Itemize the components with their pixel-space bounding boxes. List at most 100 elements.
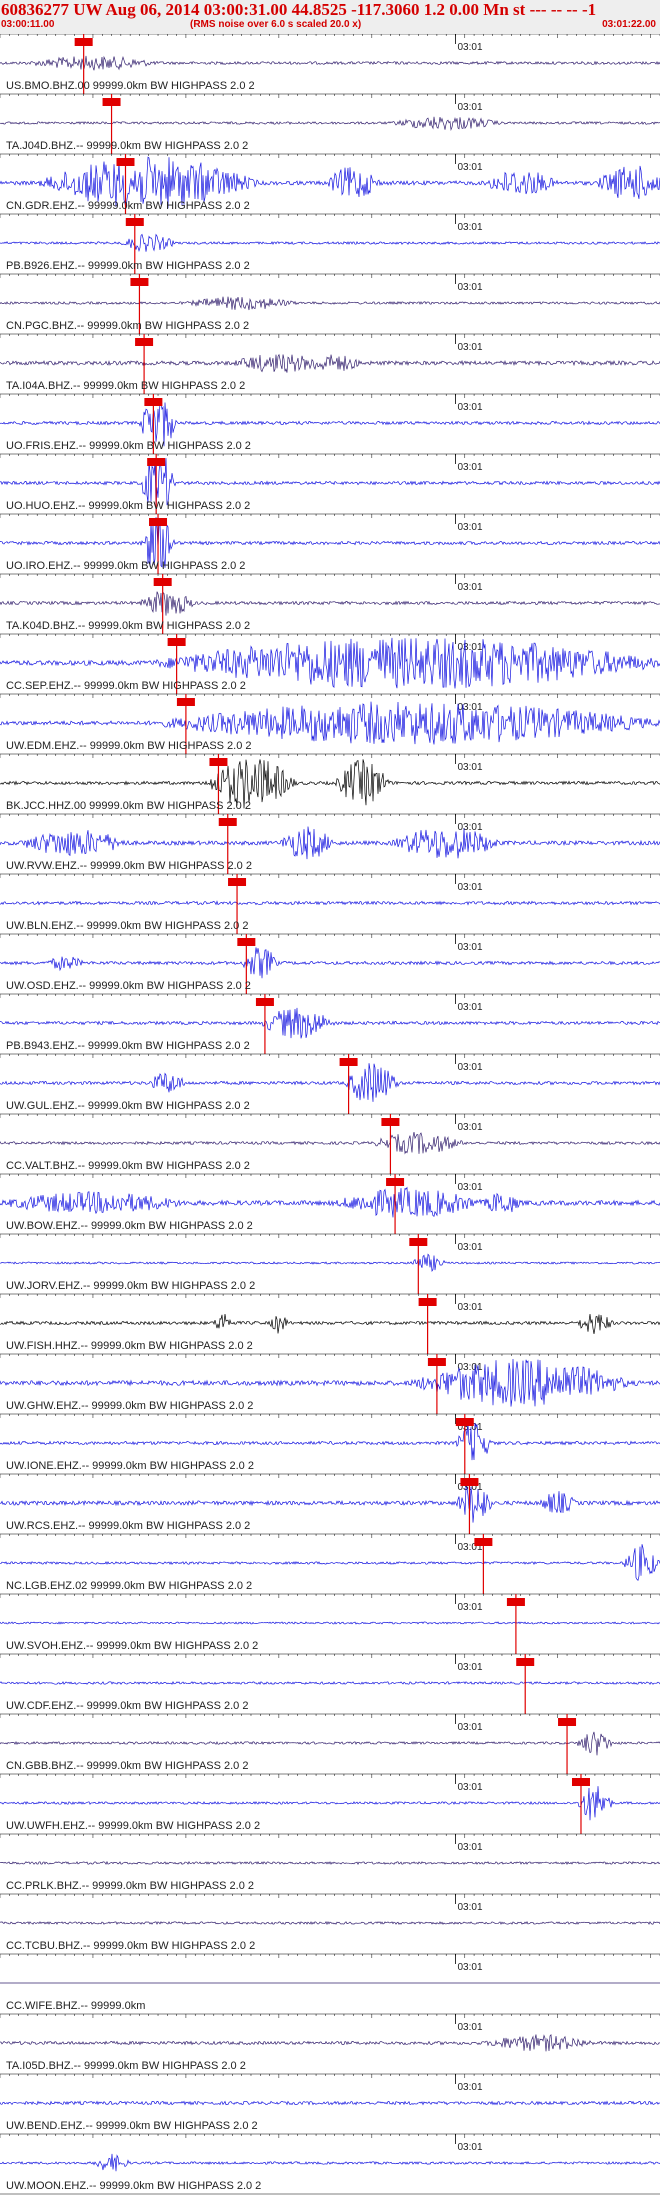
minute-tick-label: 03:01 xyxy=(457,42,482,53)
channel-label: CN.GDR.EHZ.-- 99999.0km BW HIGHPASS 2.0 … xyxy=(6,200,250,212)
waveform-trace xyxy=(0,116,660,131)
minute-tick-label: 03:01 xyxy=(457,2082,482,2093)
minute-tick-label: 03:01 xyxy=(457,462,482,473)
channel-label: UO.IRO.EHZ.-- 99999.0km BW HIGHPASS 2.0 … xyxy=(6,560,245,572)
channel-label: UW.IONE.EHZ.-- 99999.0km BW HIGHPASS 2.0… xyxy=(6,1460,254,1472)
phase-pick-marker xyxy=(571,1778,590,1786)
waveform-trace xyxy=(0,1544,660,1581)
waveform-trace xyxy=(0,1731,660,1756)
channel-label: UO.FRIS.EHZ.-- 99999.0km BW HIGHPASS 2.0… xyxy=(6,440,251,452)
channel-label: BK.JCC.HHZ.00 99999.0km BW HIGHPASS 2.0 … xyxy=(6,800,251,812)
channel-label: CC.TCBU.BHZ.-- 99999.0km BW HIGHPASS 2.0… xyxy=(6,1940,255,1952)
waveform-trace xyxy=(0,233,660,253)
channel-label: TA.K04D.BHZ.-- 99999.0km BW HIGHPASS 2.0… xyxy=(6,620,250,632)
phase-pick-marker xyxy=(381,1118,400,1126)
channel-label: UW.GUL.EHZ.-- 99999.0km BW HIGHPASS 2.0 … xyxy=(6,1100,250,1112)
phase-pick-marker xyxy=(455,1418,474,1426)
channel-label: UW.MOON.EHZ.-- 99999.0km BW HIGHPASS 2.0… xyxy=(6,2180,261,2192)
phase-pick-marker xyxy=(218,818,237,826)
channel-label: TA.I04A.BHZ.-- 99999.0km BW HIGHPASS 2.0… xyxy=(6,380,245,392)
channel-label: NC.LGB.EHZ.02 99999.0km BW HIGHPASS 2.0 … xyxy=(6,1580,252,1592)
channel-label: UW.GHW.EHZ.-- 99999.0km BW HIGHPASS 2.0 … xyxy=(6,1400,253,1412)
minute-tick-label: 03:01 xyxy=(457,222,482,233)
phase-pick-marker xyxy=(460,1478,479,1486)
minute-tick-label: 03:01 xyxy=(457,1002,482,1013)
minute-tick-label: 03:01 xyxy=(457,1722,482,1733)
waveform-trace xyxy=(0,947,660,979)
phase-pick-marker xyxy=(209,758,228,766)
noise-note: (RMS noise over 6.0 s scaled 20.0 x) xyxy=(190,19,362,30)
phase-pick-marker xyxy=(474,1538,493,1546)
minute-tick-label: 03:01 xyxy=(457,1962,482,1973)
minute-tick-label: 03:01 xyxy=(457,1842,482,1853)
phase-pick-marker xyxy=(427,1358,446,1366)
channel-label: US.BMO.BHZ.00 99999.0km BW HIGHPASS 2.0 … xyxy=(6,80,255,92)
phase-pick-marker xyxy=(339,1058,358,1066)
waveform-trace xyxy=(0,2100,660,2106)
minute-tick-label: 03:01 xyxy=(457,402,482,413)
waveform-trace xyxy=(0,353,660,373)
waveform-trace xyxy=(0,900,660,906)
minute-tick-label: 03:01 xyxy=(457,822,482,833)
waveform-trace xyxy=(0,2153,660,2172)
phase-pick-marker xyxy=(149,518,168,526)
waveform-trace xyxy=(0,826,660,860)
phase-pick-marker xyxy=(147,458,166,466)
channel-label: CC.WIFE.BHZ.-- 99999.0km xyxy=(6,2000,145,2012)
phase-pick-marker xyxy=(409,1238,428,1246)
minute-tick-label: 03:01 xyxy=(457,1302,482,1313)
waveform-trace xyxy=(0,1253,660,1273)
start-time: 03:00:11.00 xyxy=(1,19,55,30)
minute-tick-label: 03:01 xyxy=(457,1062,482,1073)
waveform-trace xyxy=(0,1621,660,1625)
phase-pick-marker xyxy=(255,998,274,1006)
waveform-trace xyxy=(0,55,660,71)
phase-pick-marker xyxy=(506,1598,525,1606)
minute-tick-label: 03:01 xyxy=(457,762,482,773)
minute-tick-label: 03:01 xyxy=(457,1182,482,1193)
minute-tick-label: 03:01 xyxy=(457,882,482,893)
channel-label: CC.VALT.BHZ.-- 99999.0km BW HIGHPASS 2.0… xyxy=(6,1160,250,1172)
phase-pick-marker xyxy=(386,1178,405,1186)
minute-tick-label: 03:01 xyxy=(457,582,482,593)
channel-label: UW.FISH.HHZ.-- 99999.0km BW HIGHPASS 2.0… xyxy=(6,1340,253,1352)
waveform-trace xyxy=(0,1485,660,1523)
phase-pick-marker xyxy=(153,578,172,586)
waveform-trace xyxy=(0,1063,660,1102)
minute-tick-label: 03:01 xyxy=(457,162,482,173)
channel-label: UW.OSD.EHZ.-- 99999.0km BW HIGHPASS 2.0 … xyxy=(6,980,251,992)
channel-label: UW.RVW.EHZ.-- 99999.0km BW HIGHPASS 2.0 … xyxy=(6,860,252,872)
channel-label: UW.EDM.EHZ.-- 99999.0km BW HIGHPASS 2.0 … xyxy=(6,740,252,752)
waveform-trace xyxy=(0,1680,660,1686)
phase-pick-marker xyxy=(135,338,154,346)
phase-pick-marker xyxy=(176,698,195,706)
minute-tick-label: 03:01 xyxy=(457,522,482,533)
minute-tick-label: 03:01 xyxy=(457,102,482,113)
plot-header: 60836277 UW Aug 06, 2014 03:00:31.00 44.… xyxy=(0,0,660,34)
minute-tick-label: 03:01 xyxy=(457,282,482,293)
phase-pick-marker xyxy=(228,878,247,886)
phase-pick-marker xyxy=(130,278,149,286)
channel-label: UW.UWFH.EHZ.-- 99999.0km BW HIGHPASS 2.0… xyxy=(6,1820,260,1832)
minute-tick-label: 03:01 xyxy=(457,702,482,713)
waveform-trace xyxy=(0,1314,660,1334)
minute-tick-label: 03:01 xyxy=(457,1242,482,1253)
minute-tick-label: 03:01 xyxy=(457,1662,482,1673)
channel-label: UO.HUO.EHZ.-- 99999.0km BW HIGHPASS 2.0 … xyxy=(6,500,250,512)
minute-tick-label: 03:01 xyxy=(457,1782,482,1793)
channel-label: UW.JORV.EHZ.-- 99999.0km BW HIGHPASS 2.0… xyxy=(6,1280,255,1292)
channel-label: PB.B943.EHZ.-- 99999.0km BW HIGHPASS 2.0… xyxy=(6,1040,250,1052)
phase-pick-marker xyxy=(167,638,186,646)
phase-pick-marker xyxy=(144,398,163,406)
phase-pick-marker xyxy=(116,158,135,166)
channel-label: UW.BOW.EHZ.-- 99999.0km BW HIGHPASS 2.0 … xyxy=(6,1220,253,1232)
phase-pick-marker xyxy=(237,938,256,946)
phase-pick-marker xyxy=(102,98,121,106)
minute-tick-label: 03:01 xyxy=(457,1122,482,1133)
phase-pick-marker xyxy=(74,38,93,46)
waveform-trace xyxy=(0,1920,660,1926)
phase-pick-marker xyxy=(418,1298,437,1306)
waveform-trace xyxy=(0,1186,660,1218)
waveform-trace xyxy=(0,296,660,311)
channel-label: UW.CDF.EHZ.-- 99999.0km BW HIGHPASS 2.0 … xyxy=(6,1700,248,1712)
